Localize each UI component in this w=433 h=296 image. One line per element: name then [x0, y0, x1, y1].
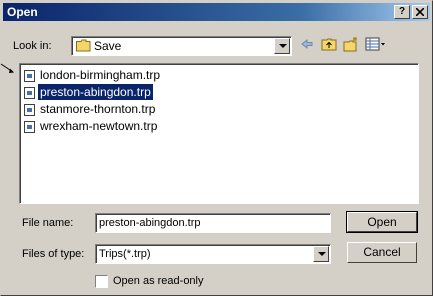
- cancel-button[interactable]: Cancel: [347, 242, 417, 263]
- file-name-input[interactable]: preston-abingdon.trp: [95, 213, 331, 233]
- help-button[interactable]: ?: [394, 5, 410, 19]
- file-type-label: Files of type:: [22, 248, 85, 260]
- new-folder-icon[interactable]: [343, 36, 359, 52]
- read-only-checkbox[interactable]: [95, 275, 108, 288]
- file-name-value: preston-abingdon.trp: [99, 217, 201, 229]
- file-name: wrexham-newtown.trp: [40, 119, 158, 133]
- chevron-down-icon[interactable]: [313, 246, 329, 262]
- file-item-selected[interactable]: preston-abingdon.trp: [24, 84, 153, 100]
- file-icon: [24, 69, 35, 82]
- open-dialog: Open ? Look in: Save london-birmingham.t…: [0, 0, 433, 296]
- look-in-label: Look in:: [13, 40, 52, 52]
- file-list[interactable]: london-birmingham.trp preston-abingdon.t…: [19, 63, 419, 204]
- pointer-arrow-icon: [0, 63, 14, 73]
- look-in-value: Save: [94, 39, 122, 53]
- file-name: stanmore-thornton.trp: [40, 102, 156, 116]
- close-icon: [415, 7, 425, 17]
- view-menu-icon[interactable]: [365, 36, 387, 52]
- file-icon: [24, 103, 35, 116]
- chevron-down-icon[interactable]: [274, 38, 290, 54]
- file-name-label: File name:: [22, 217, 74, 229]
- read-only-label: Open as read-only: [113, 275, 204, 287]
- file-type-dropdown[interactable]: Trips(*.trp): [95, 244, 331, 264]
- title-bar[interactable]: Open ?: [3, 3, 430, 21]
- file-item[interactable]: stanmore-thornton.trp: [24, 101, 157, 117]
- file-icon: [24, 86, 35, 99]
- look-in-dropdown[interactable]: Save: [71, 36, 292, 56]
- open-button[interactable]: Open: [346, 211, 418, 233]
- file-name: london-birmingham.trp: [40, 68, 161, 82]
- up-folder-icon[interactable]: [321, 36, 337, 52]
- back-arrow-icon[interactable]: [299, 36, 315, 52]
- close-button[interactable]: [412, 5, 428, 19]
- file-icon: [24, 120, 35, 133]
- dialog-title: Open: [7, 5, 38, 19]
- file-type-value: Trips(*.trp): [99, 248, 151, 260]
- file-name: preston-abingdon.trp: [38, 84, 153, 100]
- file-item[interactable]: london-birmingham.trp: [24, 67, 162, 83]
- folder-icon: [76, 39, 91, 52]
- file-item[interactable]: wrexham-newtown.trp: [24, 118, 159, 134]
